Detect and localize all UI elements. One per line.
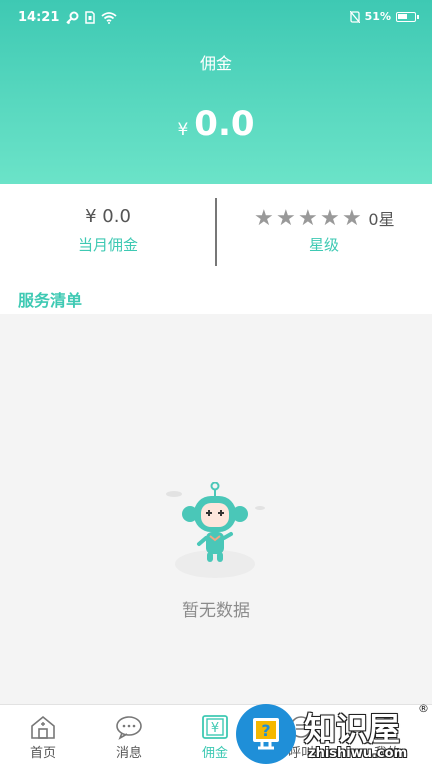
header: 14:21 51% 佣金 ¥0.0: [0, 0, 432, 184]
tab-messages[interactable]: 消息: [86, 705, 172, 768]
star-rating-label: 星级: [308, 236, 339, 254]
no-nfc-icon: [349, 10, 360, 23]
watermark-logo: ? 知识屋 zhishiwu.com ®: [232, 700, 432, 768]
watermark-badge-icon: ?: [236, 704, 296, 764]
empty-message: 暂无数据: [182, 601, 250, 621]
battery-percent: 51%: [364, 10, 391, 23]
star-icon: ★: [298, 206, 318, 231]
wifi-icon: [101, 11, 117, 24]
monthly-commission: ¥ 0.0 当月佣金: [0, 206, 216, 255]
currency-symbol: ¥: [177, 120, 189, 140]
tab-messages-label: 消息: [115, 746, 142, 761]
key-icon: [66, 11, 79, 24]
watermark-main-text: 知识屋: [304, 710, 401, 748]
monthly-commission-label: 当月佣金: [77, 236, 138, 254]
monthly-commission-value: ¥ 0.0: [85, 206, 131, 227]
svg-text:¥: ¥: [211, 721, 219, 736]
summary-panel: ¥ 0.0 当月佣金 ★ ★ ★ ★ ★ 0星 星级: [0, 184, 432, 270]
service-list-title: 服务清单: [18, 291, 83, 310]
commission-icon: ¥: [202, 715, 228, 739]
total-commission: ¥0.0: [0, 104, 432, 144]
service-list-header: 服务清单: [0, 270, 432, 314]
star-icon: ★: [254, 206, 274, 231]
total-commission-value: 0.0: [194, 104, 255, 144]
empty-mascot-icon: [166, 482, 265, 578]
tab-home-label: 首页: [29, 746, 56, 761]
star-icon: ★: [342, 206, 362, 231]
status-time: 14:21: [18, 10, 60, 25]
tab-home[interactable]: 首页: [0, 705, 86, 768]
star-icon: ★: [320, 206, 340, 231]
watermark-registered-mark: ®: [418, 702, 429, 715]
service-list: 暂无数据: [0, 314, 432, 704]
svg-text:?: ?: [261, 721, 270, 740]
star-count: 0星: [368, 210, 395, 229]
star-rating: ★ ★ ★ ★ ★ 0星 星级: [216, 206, 432, 255]
page-title: 佣金: [199, 54, 232, 73]
star-icon: ★: [276, 206, 296, 231]
tab-commission-label: 佣金: [201, 746, 228, 761]
message-icon: [116, 716, 142, 740]
battery-icon: [396, 11, 419, 22]
star-rating-stars: ★ ★ ★ ★ ★: [253, 207, 362, 231]
watermark-sub-text: zhishiwu.com: [308, 746, 408, 761]
status-bar: 14:21 51%: [0, 0, 432, 36]
home-icon: [31, 715, 55, 739]
sim-icon: [85, 11, 96, 24]
